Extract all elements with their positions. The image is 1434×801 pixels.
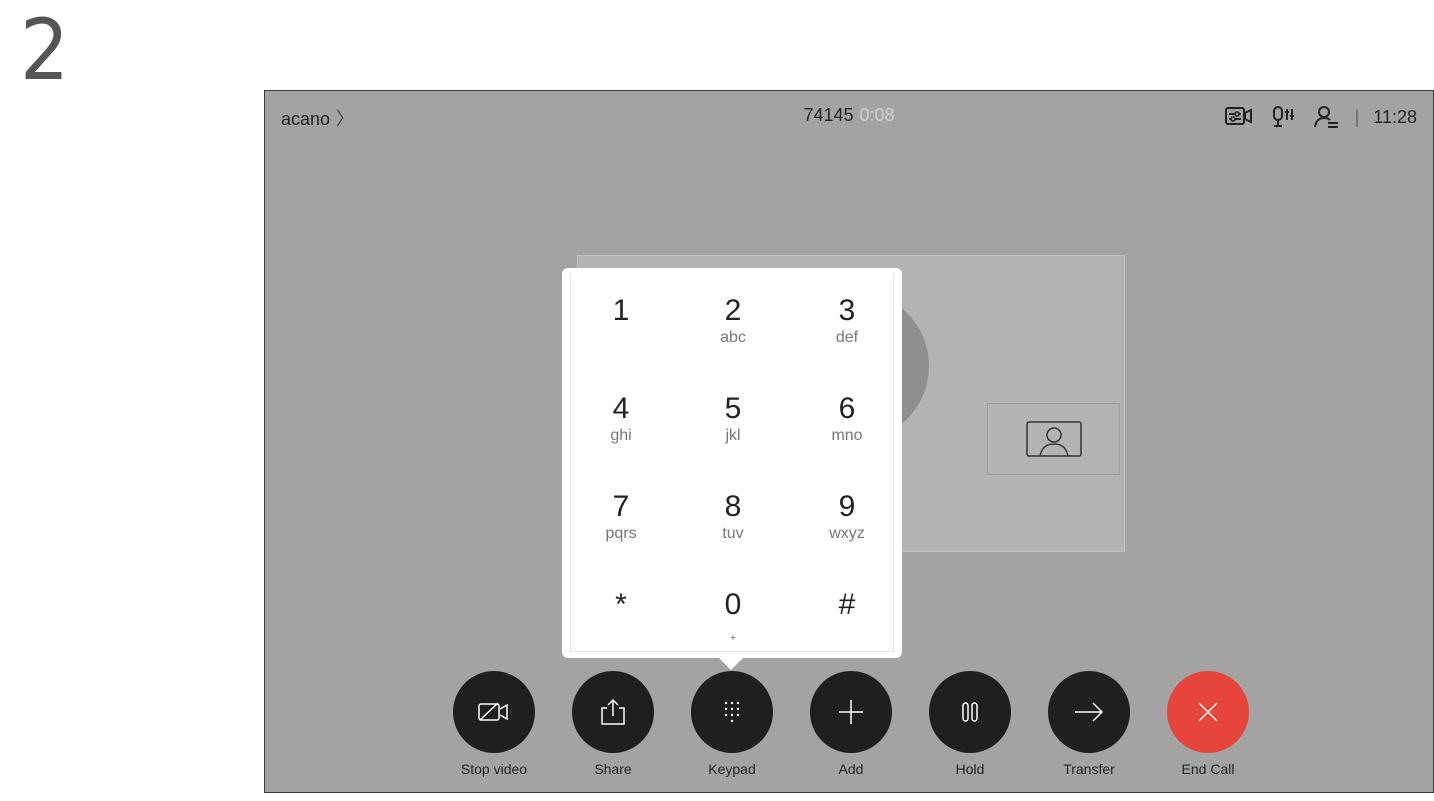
- key-6[interactable]: 6 mno: [797, 392, 897, 482]
- keypad-popup: 1 2 abc 3 def 4 ghi 5 jkl 6 mno 7 pqrs 8 tuv 9 w…: [562, 268, 902, 670]
- end-call-label: End Call: [1181, 761, 1235, 777]
- call-number: 74145: [803, 105, 854, 125]
- call-controls: Stop video Share Keypad Add Hold Transfe…: [453, 671, 1249, 777]
- top-icons: | 11:28: [1217, 103, 1417, 131]
- key-0[interactable]: 0 +: [683, 588, 783, 678]
- key-digit: 1: [612, 294, 630, 327]
- key-9[interactable]: 9 wxyz: [797, 490, 897, 580]
- key-letters: mno: [831, 427, 863, 444]
- key-3[interactable]: 3 def: [797, 294, 897, 384]
- key-digit: 2: [724, 294, 742, 327]
- key-digit: #: [838, 588, 856, 621]
- hold-button[interactable]: Hold: [929, 671, 1011, 777]
- key-digit: 8: [724, 490, 742, 523]
- add-label: Add: [838, 761, 864, 777]
- key-5[interactable]: 5 jkl: [683, 392, 783, 482]
- key-digit: 6: [838, 392, 856, 425]
- keypad-icon: [691, 671, 773, 753]
- separator: |: [1354, 106, 1360, 127]
- stop-video-icon: [453, 671, 535, 753]
- top-bar: acano 〉 74145 0:08 | 11:28: [265, 91, 1433, 143]
- key-2[interactable]: 2 abc: [683, 294, 783, 384]
- key-hash[interactable]: #: [797, 588, 897, 678]
- key-digit: 9: [838, 490, 856, 523]
- key-letters: abc: [720, 329, 746, 346]
- selfview-panel[interactable]: [987, 403, 1120, 475]
- share-icon: [572, 671, 654, 753]
- key-digit: 3: [838, 294, 856, 327]
- step-number: 2: [20, 1, 69, 99]
- add-button[interactable]: Add: [810, 671, 892, 777]
- stop-video-label: Stop video: [460, 761, 528, 777]
- keypad-label: Keypad: [708, 761, 756, 777]
- key-letters: ghi: [610, 427, 632, 444]
- end-call-button[interactable]: End Call: [1167, 671, 1249, 777]
- stop-video-button[interactable]: Stop video: [453, 671, 535, 777]
- share-button[interactable]: Share: [572, 671, 654, 777]
- microphone-settings-icon[interactable]: [1261, 103, 1305, 131]
- key-letters: jkl: [725, 427, 741, 444]
- key-4[interactable]: 4 ghi: [571, 392, 671, 482]
- call-screen: acano 〉 74145 0:08 | 11:28 1 2 abc 3 def…: [264, 90, 1434, 793]
- key-digit: 0: [724, 588, 742, 621]
- key-star[interactable]: *: [571, 588, 671, 678]
- clock: 11:28: [1373, 106, 1417, 127]
- hold-label: Hold: [955, 761, 985, 777]
- close-icon: [1167, 671, 1249, 753]
- key-letters: wxyz: [829, 525, 865, 542]
- share-label: Share: [594, 761, 632, 777]
- selfview-person-icon: [1025, 421, 1082, 457]
- pause-icon: [929, 671, 1011, 753]
- key-digit: *: [615, 588, 627, 621]
- arrow-right-icon: [1048, 671, 1130, 753]
- key-letters: def: [835, 329, 859, 346]
- key-letters: +: [729, 632, 737, 644]
- keypad-button[interactable]: Keypad: [691, 671, 773, 777]
- key-letters: pqrs: [605, 525, 637, 542]
- transfer-button[interactable]: Transfer: [1048, 671, 1130, 777]
- participants-icon[interactable]: [1305, 103, 1349, 131]
- key-8[interactable]: 8 tuv: [683, 490, 783, 580]
- key-1[interactable]: 1: [571, 294, 671, 384]
- key-letters: tuv: [722, 525, 744, 542]
- transfer-label: Transfer: [1063, 761, 1115, 777]
- key-digit: 7: [612, 490, 630, 523]
- plus-icon: [810, 671, 892, 753]
- camera-settings-icon[interactable]: [1217, 103, 1261, 131]
- key-7[interactable]: 7 pqrs: [571, 490, 671, 580]
- key-digit: 4: [612, 392, 630, 425]
- keypad-grid: 1 2 abc 3 def 4 ghi 5 jkl 6 mno 7 pqrs 8 tuv 9 w…: [570, 274, 894, 652]
- key-digit: 5: [724, 392, 742, 425]
- call-duration: 0:08: [859, 105, 895, 125]
